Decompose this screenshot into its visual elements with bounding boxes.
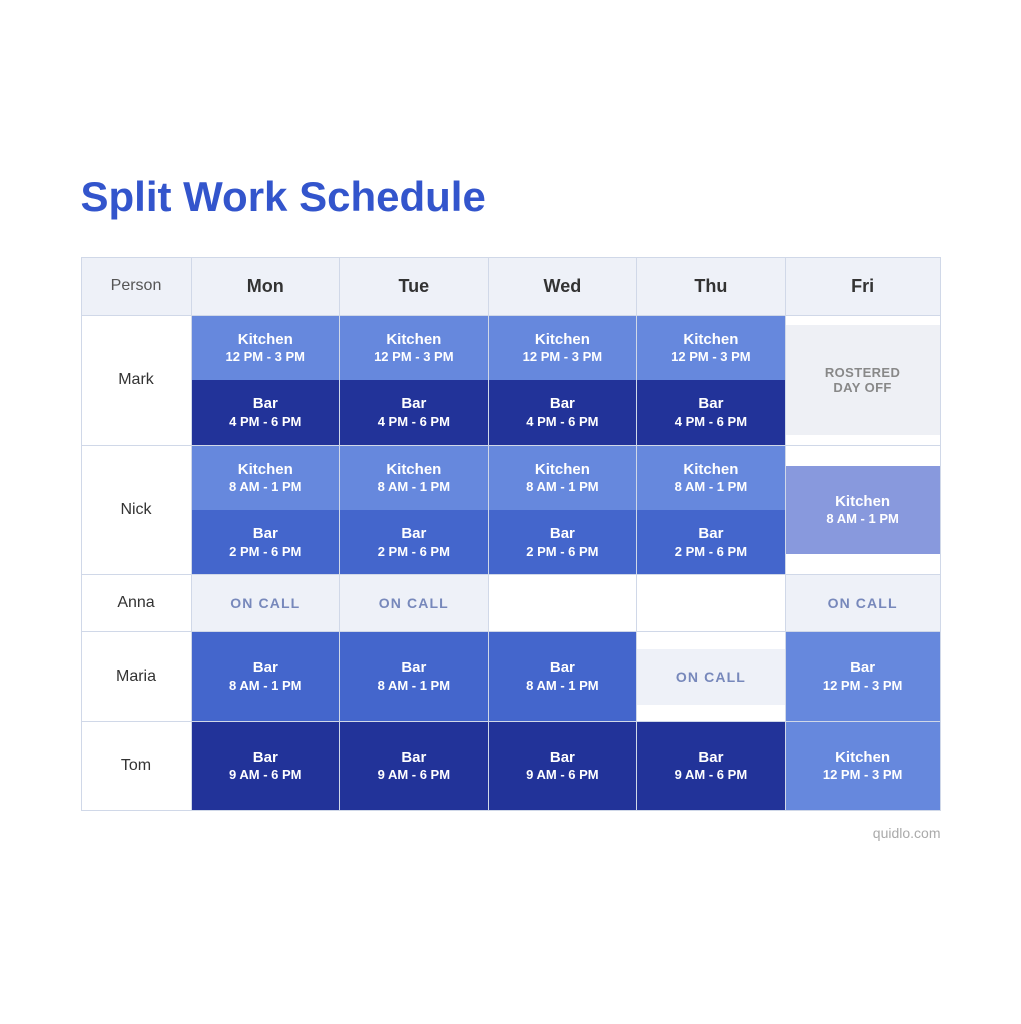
shift-block-bottom: Bar2 PM - 6 PM — [637, 510, 785, 574]
day-header-thu: Thu — [637, 257, 786, 315]
person-maria: Maria — [81, 632, 191, 721]
cell-anna-day1: ON CALL — [340, 575, 489, 632]
shift-block-bottom: Bar4 PM - 6 PM — [489, 380, 637, 444]
shift-block-top: Kitchen12 PM - 3 PM — [489, 316, 637, 380]
cell-mark-day2: Kitchen12 PM - 3 PMBar4 PM - 6 PM — [488, 315, 637, 445]
cell-mark-day1: Kitchen12 PM - 3 PMBar4 PM - 6 PM — [340, 315, 489, 445]
cell-maria-day2: Bar8 AM - 1 PM — [488, 632, 637, 721]
shift-block-bottom: Bar2 PM - 6 PM — [340, 510, 488, 574]
cell-anna-day4: ON CALL — [785, 575, 940, 632]
shift-block-single: Bar8 AM - 1 PM — [489, 632, 637, 720]
person-mark: Mark — [81, 315, 191, 445]
cell-nick-day2: Kitchen8 AM - 1 PMBar2 PM - 6 PM — [488, 445, 637, 575]
cell-maria-day0: Bar8 AM - 1 PM — [191, 632, 340, 721]
person-anna: Anna — [81, 575, 191, 632]
shift-block-top: Kitchen8 AM - 1 PM — [192, 446, 340, 510]
day-header-wed: Wed — [488, 257, 637, 315]
table-row: NickKitchen8 AM - 1 PMBar2 PM - 6 PMKitc… — [81, 445, 940, 575]
cell-tom-day3: Bar9 AM - 6 PM — [637, 721, 786, 810]
day-header-tue: Tue — [340, 257, 489, 315]
person-col-header: Person — [81, 257, 191, 315]
table-row: AnnaON CALLON CALLON CALL — [81, 575, 940, 632]
day-header-mon: Mon — [191, 257, 340, 315]
shift-block-single: Bar9 AM - 6 PM — [340, 722, 488, 810]
cell-tom-day4: Kitchen12 PM - 3 PM — [785, 721, 940, 810]
page: Split Work Schedule PersonMonTueWedThuFr… — [31, 133, 991, 891]
cell-tom-day2: Bar9 AM - 6 PM — [488, 721, 637, 810]
cell-tom-day0: Bar9 AM - 6 PM — [191, 721, 340, 810]
footer: quidlo.com — [81, 825, 941, 841]
shift-block-single: Bar9 AM - 6 PM — [192, 722, 340, 810]
page-title: Split Work Schedule — [81, 173, 941, 221]
cell-nick-day3: Kitchen8 AM - 1 PMBar2 PM - 6 PM — [637, 445, 786, 575]
shift-block-bottom: Bar4 PM - 6 PM — [637, 380, 785, 444]
cell-mark-day3: Kitchen12 PM - 3 PMBar4 PM - 6 PM — [637, 315, 786, 445]
schedule-table: PersonMonTueWedThuFri MarkKitchen12 PM -… — [81, 257, 941, 811]
cell-maria-day4: Bar12 PM - 3 PM — [785, 632, 940, 721]
cell-nick-day4: Kitchen8 AM - 1 PM — [785, 445, 940, 575]
person-nick: Nick — [81, 445, 191, 575]
shift-block-bottom: Bar2 PM - 6 PM — [192, 510, 340, 574]
cell-nick-day1: Kitchen8 AM - 1 PMBar2 PM - 6 PM — [340, 445, 489, 575]
day-header-fri: Fri — [785, 257, 940, 315]
shift-block-single: Bar12 PM - 3 PM — [786, 632, 940, 720]
shift-block-bottom: Bar4 PM - 6 PM — [192, 380, 340, 444]
shift-block-top: Kitchen8 AM - 1 PM — [489, 446, 637, 510]
cell-anna-day3 — [637, 575, 786, 632]
cell-anna-day0: ON CALL — [191, 575, 340, 632]
cell-maria-day1: Bar8 AM - 1 PM — [340, 632, 489, 721]
table-row: MariaBar8 AM - 1 PMBar8 AM - 1 PMBar8 AM… — [81, 632, 940, 721]
cell-nick-day0: Kitchen8 AM - 1 PMBar2 PM - 6 PM — [191, 445, 340, 575]
cell-tom-day1: Bar9 AM - 6 PM — [340, 721, 489, 810]
on-call-label: ON CALL — [637, 649, 785, 705]
shift-block-single: Bar9 AM - 6 PM — [637, 722, 785, 810]
table-row: MarkKitchen12 PM - 3 PMBar4 PM - 6 PMKit… — [81, 315, 940, 445]
shift-block-bottom: Bar2 PM - 6 PM — [489, 510, 637, 574]
header-row: PersonMonTueWedThuFri — [81, 257, 940, 315]
shift-block-top: Kitchen12 PM - 3 PM — [340, 316, 488, 380]
shift-block-single: Bar8 AM - 1 PM — [192, 632, 340, 720]
person-tom: Tom — [81, 721, 191, 810]
shift-block-single: Bar8 AM - 1 PM — [340, 632, 488, 720]
shift-block-single: Kitchen8 AM - 1 PM — [786, 466, 940, 554]
on-call-label: ON CALL — [192, 575, 340, 631]
shift-block-bottom: Bar4 PM - 6 PM — [340, 380, 488, 444]
cell-anna-day2 — [488, 575, 637, 632]
shift-block-top: Kitchen8 AM - 1 PM — [637, 446, 785, 510]
shift-block-top: Kitchen12 PM - 3 PM — [637, 316, 785, 380]
shift-block-single: Kitchen12 PM - 3 PM — [786, 722, 940, 810]
shift-block-top: Kitchen12 PM - 3 PM — [192, 316, 340, 380]
on-call-label: ON CALL — [786, 575, 940, 631]
cell-mark-day4: ROSTEREDDAY OFF — [785, 315, 940, 445]
cell-maria-day3: ON CALL — [637, 632, 786, 721]
shift-block-top: Kitchen8 AM - 1 PM — [340, 446, 488, 510]
shift-block-single: Bar9 AM - 6 PM — [489, 722, 637, 810]
rostered-day-off: ROSTEREDDAY OFF — [786, 325, 940, 435]
table-row: TomBar9 AM - 6 PMBar9 AM - 6 PMBar9 AM -… — [81, 721, 940, 810]
on-call-label: ON CALL — [340, 575, 488, 631]
cell-mark-day0: Kitchen12 PM - 3 PMBar4 PM - 6 PM — [191, 315, 340, 445]
